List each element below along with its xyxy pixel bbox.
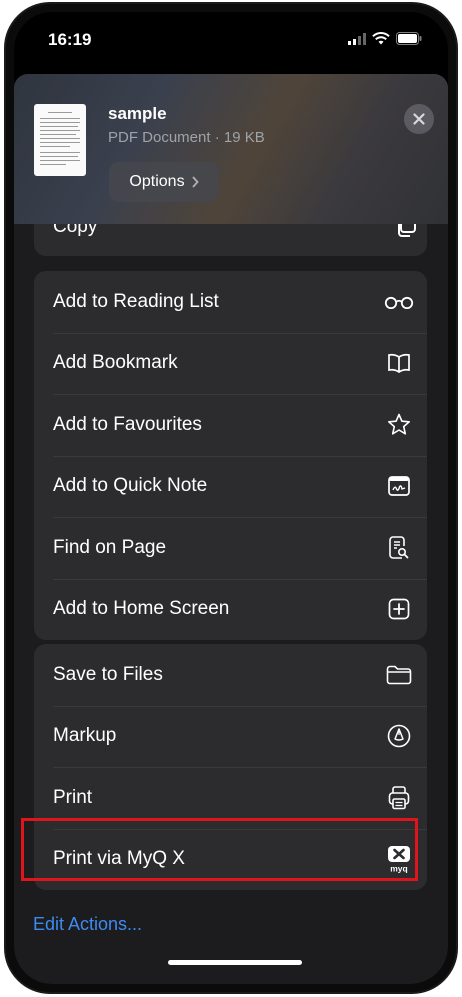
edit-actions-link[interactable]: Edit Actions... <box>33 914 142 935</box>
status-bar: 16:19 <box>14 12 448 72</box>
menu-item-find-on-page[interactable]: Find on Page <box>34 517 427 579</box>
document-thumbnail <box>34 104 86 176</box>
menu-item-add-bookmark[interactable]: Add Bookmark <box>34 332 427 395</box>
menu-item-add-to-favourites[interactable]: Add to Favourites <box>34 394 427 456</box>
status-icons <box>348 32 422 45</box>
menu-item-label: Add to Home Screen <box>53 598 230 620</box>
menu-item-label: Add Bookmark <box>53 352 178 374</box>
plus-square-icon <box>388 598 410 620</box>
options-label: Options <box>129 173 185 190</box>
printer-icon <box>388 785 410 810</box>
menu-item-label: Add to Favourites <box>53 413 202 435</box>
options-button[interactable]: Options <box>109 162 219 202</box>
menu-item-add-to-quick-note[interactable]: Add to Quick Note <box>34 455 427 518</box>
menu-item-label: Print <box>53 786 93 808</box>
close-button[interactable] <box>404 104 434 134</box>
menu-item-label: Add to Reading List <box>53 290 219 312</box>
markup-pen-icon <box>387 724 411 748</box>
menu-item-add-to-reading-list[interactable]: Add to Reading List <box>34 271 427 333</box>
battery-icon <box>396 32 422 45</box>
menu-item-markup[interactable]: Markup <box>34 705 427 768</box>
wifi-icon <box>372 32 390 45</box>
document-title: sample <box>108 104 167 123</box>
cellular-signal-icon <box>348 32 366 45</box>
menu-item-label: Add to Quick Note <box>53 475 208 497</box>
book-icon <box>388 354 410 374</box>
star-icon <box>388 413 410 435</box>
document-meta: PDF Document · 19 KB <box>108 129 265 146</box>
home-indicator <box>168 960 302 965</box>
chevron-right-icon <box>191 176 199 188</box>
close-icon <box>413 113 425 125</box>
actions-group-main: Add to Reading List Add Bookmark Add to … <box>34 271 427 640</box>
status-time: 16:19 <box>48 30 92 49</box>
highlight-box <box>21 818 418 881</box>
folder-icon <box>386 665 412 685</box>
menu-item-label: Markup <box>53 725 117 747</box>
glasses-icon <box>384 296 414 309</box>
menu-item-add-to-home-screen[interactable]: Add to Home Screen <box>34 578 427 641</box>
share-header: sample PDF Document · 19 KB Options <box>14 74 448 224</box>
menu-item-save-to-files[interactable]: Save to Files <box>34 644 427 706</box>
quick-note-icon <box>388 476 410 497</box>
find-document-icon <box>389 535 409 559</box>
menu-item-label: Save to Files <box>53 663 163 685</box>
menu-item-label: Find on Page <box>53 536 167 558</box>
